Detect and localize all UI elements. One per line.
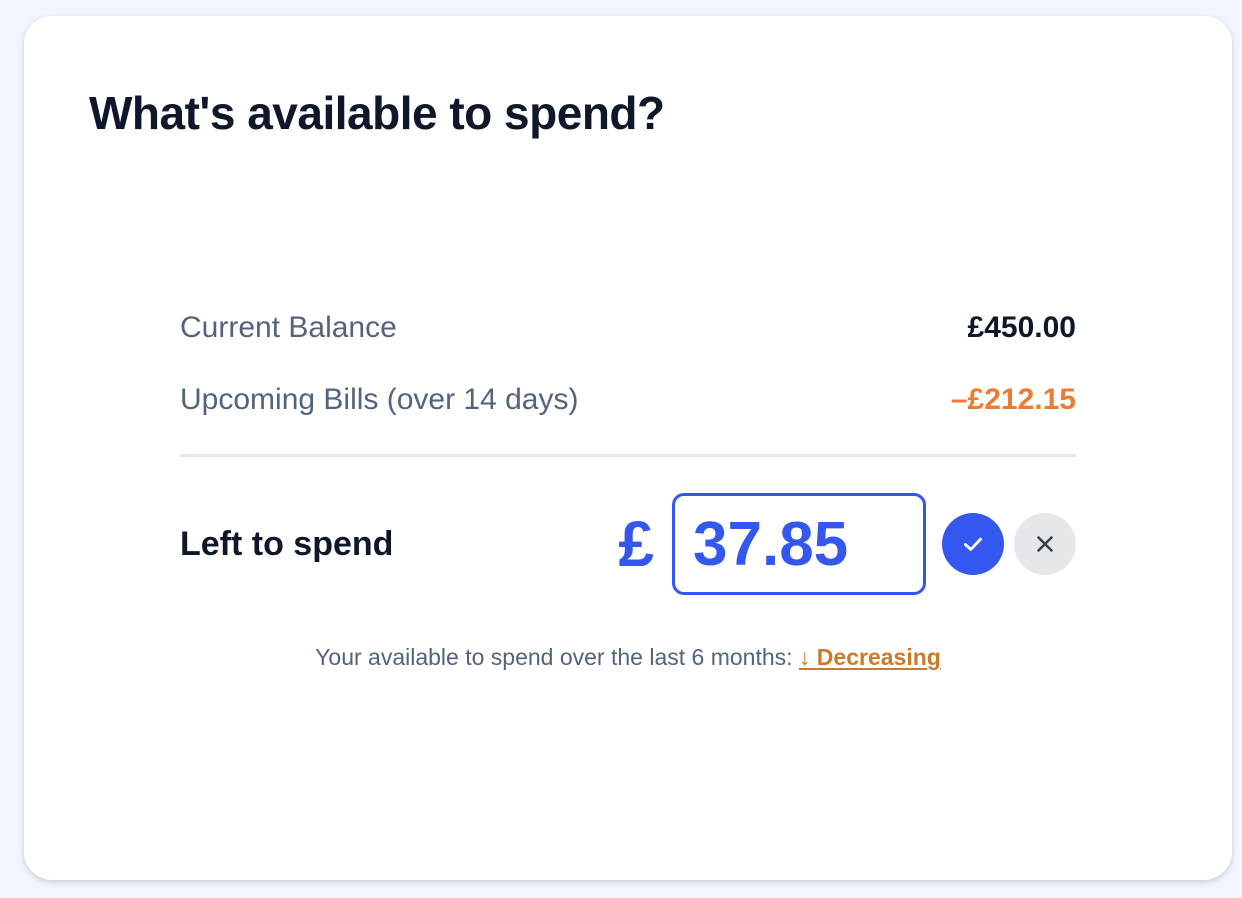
current-balance-value: £450.00 [967, 311, 1076, 344]
confirm-button[interactable] [942, 513, 1004, 575]
trend-link[interactable]: ↓ Decreasing [799, 644, 941, 670]
summary-divider [180, 454, 1076, 457]
close-icon [1032, 531, 1058, 557]
current-balance-row: Current Balance £450.00 [180, 306, 1076, 350]
current-balance-label: Current Balance [180, 311, 397, 344]
page-title: What's available to spend? [89, 87, 665, 139]
balance-summary: Current Balance £450.00 Upcoming Bills (… [180, 306, 1076, 595]
trend-hint: Your available to spend over the last 6 … [24, 644, 1232, 671]
left-to-spend-label: Left to spend [180, 524, 394, 563]
upcoming-bills-label: Upcoming Bills (over 14 days) [180, 383, 579, 416]
available-to-spend-card: What's available to spend? Current Balan… [24, 16, 1232, 880]
trend-text: Your available to spend over the last 6 … [315, 644, 793, 670]
upcoming-bills-row: Upcoming Bills (over 14 days) –£212.15 [180, 378, 1076, 422]
arrow-down-icon: ↓ [798, 644, 811, 670]
left-to-spend-editor: £ [618, 493, 1076, 595]
left-to-spend-row: Left to spend £ [180, 493, 1076, 595]
left-to-spend-input[interactable] [672, 493, 926, 595]
trend-link-label: Decreasing [816, 644, 941, 670]
upcoming-bills-value: –£212.15 [950, 383, 1076, 416]
check-icon [960, 531, 986, 557]
cancel-button[interactable] [1014, 513, 1076, 575]
currency-symbol: £ [618, 508, 654, 580]
